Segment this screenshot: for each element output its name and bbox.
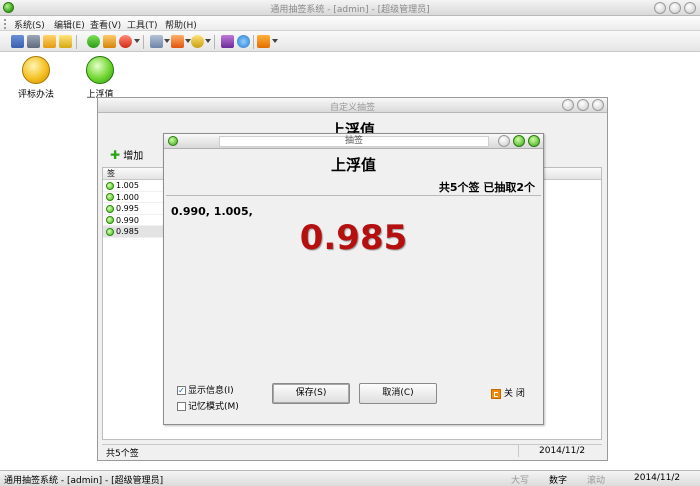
dialog-controls: [562, 99, 604, 111]
list-item[interactable]: 0.995: [103, 203, 165, 215]
status-num: 数字: [549, 476, 568, 486]
window-title: 通用抽签系统 - [admin] - [超级管理员]: [270, 5, 430, 15]
clipboard-icon[interactable]: [43, 35, 56, 48]
list-item[interactable]: 1.005: [103, 180, 165, 192]
list-item-value: 0.985: [116, 227, 139, 236]
menu-bar: 系统(S) 编辑(E) 查看(V) 工具(T) 帮助(H): [0, 16, 700, 31]
draw-titlebar: 抽签: [164, 134, 543, 149]
memory-mode-checkbox[interactable]: 记忆模式(M): [177, 399, 239, 412]
minimize-icon[interactable]: [654, 2, 666, 14]
menu-edit[interactable]: 编辑(E): [54, 18, 85, 31]
add-button[interactable]: ✚ 增加: [110, 147, 143, 162]
exit-dropdown-icon[interactable]: [272, 39, 278, 43]
delete-icon[interactable]: [119, 35, 132, 48]
desktop-icon-bid-method[interactable]: 评标办法: [16, 56, 56, 100]
green-dot-icon: [106, 227, 114, 236]
settings-icon[interactable]: [191, 35, 204, 48]
view-dropdown-icon[interactable]: [164, 39, 170, 43]
memory-mode-label: 记忆模式(M): [188, 402, 239, 412]
chart-icon[interactable]: [171, 35, 184, 48]
close-label: 关 闭: [504, 389, 525, 399]
menu-system[interactable]: 系统(S): [14, 18, 45, 31]
draw-summary: 共5个签 已抽取2个: [438, 181, 535, 194]
list-item-value: 0.990: [116, 215, 139, 225]
edit-icon[interactable]: [103, 35, 116, 48]
minimize-icon[interactable]: [562, 99, 574, 111]
custom-draw-title: 自定义抽签: [329, 103, 375, 113]
main-statusbar: 通用抽签系统 - [admin] - [超级管理员] 大写 数字 滚动 2014…: [0, 470, 700, 486]
close-icon[interactable]: [684, 2, 696, 14]
menu-tools[interactable]: 工具(T): [127, 18, 158, 31]
checkbox-unchecked-icon: [177, 402, 186, 411]
close-icon[interactable]: [592, 99, 604, 111]
green-dot-icon: [106, 193, 114, 201]
draw-dialog-controls: [498, 135, 540, 147]
toolbar-separator: [214, 35, 215, 49]
green-circle-icon: [86, 56, 114, 84]
status-caps: 大写: [511, 476, 530, 486]
exit-icon[interactable]: [257, 35, 270, 48]
list-item-selected[interactable]: 0.985: [103, 226, 165, 238]
exit-icon: [491, 388, 501, 399]
key-icon[interactable]: [27, 35, 40, 48]
yellow-circle-icon: [22, 56, 50, 84]
divider: [166, 195, 541, 196]
list-item[interactable]: 0.990: [103, 215, 165, 226]
plus-icon: ✚: [110, 148, 121, 162]
draw-title: 抽签: [219, 136, 489, 147]
green-dot-icon: [106, 204, 114, 213]
lot-count: 共5个签: [106, 449, 139, 459]
draw-dialog: 抽签 上浮值 共5个签 已抽取2个 0.990, 1.005, 0.985 ✓ 显…: [163, 133, 544, 425]
maximize-icon[interactable]: [577, 99, 589, 111]
desktop-icon-label: 评标办法: [17, 90, 54, 100]
status-date: 2014/11/2: [634, 473, 681, 483]
status-app-info: 通用抽签系统 - [admin] - [超级管理员]: [4, 476, 164, 486]
menu-help[interactable]: 帮助(H): [165, 18, 197, 31]
close-dialog-button[interactable]: 关 闭: [491, 386, 525, 399]
dialog-icon: [168, 136, 178, 146]
show-info-checkbox[interactable]: ✓ 显示信息(I): [177, 383, 234, 396]
current-draw-value: 0.985: [299, 218, 408, 258]
database-icon[interactable]: [59, 35, 72, 48]
minimize-icon[interactable]: [498, 135, 510, 147]
green-dot-icon: [106, 181, 114, 190]
maximize-icon[interactable]: [669, 2, 681, 14]
book-icon[interactable]: [221, 35, 234, 48]
desktop-icon-float-value[interactable]: 上浮值: [80, 56, 120, 100]
drawn-values: 0.990, 1.005,: [171, 205, 253, 218]
add-label: 增加: [123, 151, 144, 162]
draw-heading: 上浮值: [330, 156, 376, 174]
green-dot-icon: [106, 216, 114, 224]
list-item-value: 1.005: [116, 181, 139, 190]
globe-icon[interactable]: [237, 35, 250, 48]
users-icon[interactable]: [11, 35, 24, 48]
toolbar-separator: [76, 35, 77, 49]
maximize-icon[interactable]: [513, 135, 525, 147]
close-icon[interactable]: [528, 135, 540, 147]
list-item[interactable]: 1.000: [103, 192, 165, 203]
list-item-value: 0.995: [116, 204, 139, 213]
add-icon[interactable]: [87, 35, 100, 48]
toolbar-separator: [143, 35, 144, 49]
dialog-date: 2014/11/2: [518, 445, 600, 457]
status-scroll: 滚动: [587, 476, 606, 486]
view-list-icon[interactable]: [150, 35, 163, 48]
toolbar-separator: [253, 35, 254, 49]
cancel-button[interactable]: 取消(C): [359, 383, 437, 404]
list-item-value: 1.000: [116, 192, 139, 202]
save-button[interactable]: 保存(S): [272, 383, 350, 404]
custom-draw-titlebar: 自定义抽签: [98, 98, 607, 113]
menubar-grip: [4, 19, 6, 29]
settings-dropdown-icon[interactable]: [205, 39, 211, 43]
show-info-label: 显示信息(I): [188, 386, 234, 396]
window-controls: [654, 2, 696, 14]
main-titlebar: 通用抽签系统 - [admin] - [超级管理员]: [0, 0, 700, 16]
toolbar: [0, 31, 700, 52]
checkbox-checked-icon: ✓: [177, 386, 186, 395]
delete-dropdown-icon[interactable]: [134, 39, 140, 43]
custom-draw-statusbar: 共5个签 2014/11/2: [102, 444, 602, 459]
menu-view[interactable]: 查看(V): [90, 18, 121, 31]
